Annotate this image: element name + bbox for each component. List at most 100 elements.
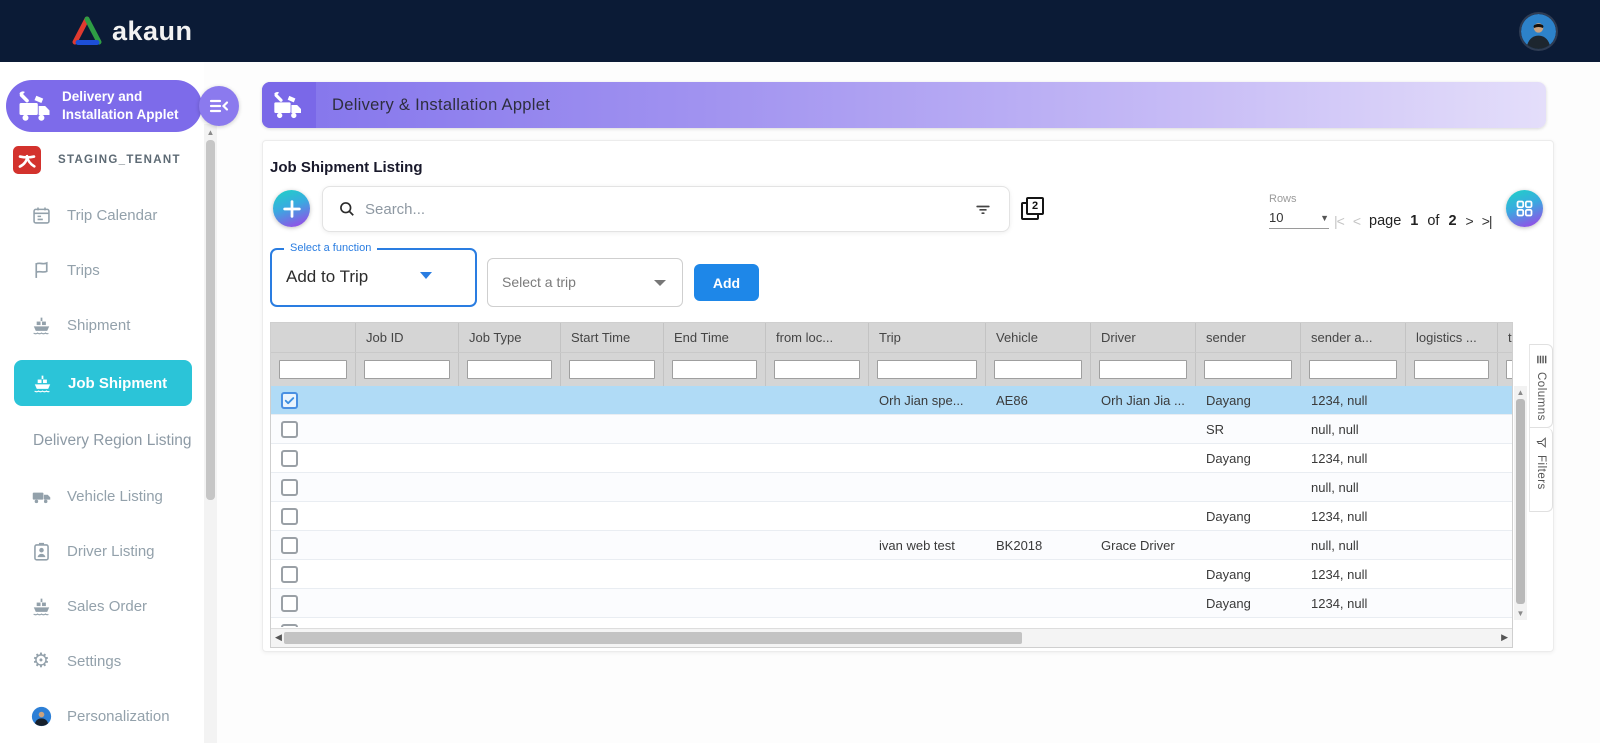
cell-sender: Dayang — [1206, 595, 1251, 611]
sidebar-item-staging-tenant[interactable]: STAGING_TENANT — [0, 140, 204, 180]
column-filter-input-from_loc[interactable] — [774, 360, 860, 379]
sidebar-item-trip-calendar[interactable]: Trip Calendar — [0, 195, 204, 235]
sidebar-item-shipment[interactable]: Shipment — [0, 305, 204, 345]
row-checkbox-cell — [271, 531, 356, 559]
next-page-button[interactable]: > — [1466, 213, 1474, 229]
sidebar-item-delivery-region-listing[interactable]: Delivery Region Listing — [0, 421, 204, 461]
column-filter-input-sender_a[interactable] — [1309, 360, 1397, 379]
function-select[interactable]: Select a function Add to Trip — [270, 242, 477, 307]
vscroll-thumb[interactable] — [1516, 399, 1525, 604]
hscroll-thumb[interactable] — [284, 632, 1022, 644]
cell-driver — [1091, 589, 1196, 617]
sidebar-scrollbar[interactable]: ▲ ▼ — [204, 124, 217, 743]
sidebar-applet-header[interactable]: Delivery and Installation Applet — [6, 80, 202, 132]
column-header-sender[interactable]: sender — [1196, 323, 1301, 352]
sidebar: Delivery and Installation Applet STAGING… — [0, 62, 239, 743]
sidebar-item-vehicle-listing[interactable]: Vehicle Listing — [0, 476, 204, 516]
row-checkbox[interactable] — [281, 507, 298, 525]
rows-per-page-select[interactable]: 10 ▼ — [1269, 207, 1329, 229]
sidebar-collapse-button[interactable] — [199, 86, 239, 126]
avatar-icon — [30, 705, 52, 727]
truck-icon — [30, 485, 52, 507]
column-header-start_time[interactable]: Start Time — [561, 323, 664, 352]
user-avatar[interactable] — [1521, 14, 1556, 49]
column-filter-input-job_type[interactable] — [467, 360, 552, 379]
column-header-job_type[interactable]: Job Type — [459, 323, 561, 352]
column-filter-input-trac[interactable] — [1506, 360, 1512, 379]
prev-page-button[interactable]: < — [1353, 213, 1361, 229]
row-checkbox[interactable] — [281, 536, 298, 554]
search-input[interactable] — [365, 200, 973, 218]
table-row[interactable]: null, null — [271, 473, 1512, 502]
row-checkbox[interactable] — [281, 623, 298, 627]
cell-job_id — [356, 415, 459, 443]
first-page-button[interactable]: |< — [1334, 213, 1345, 229]
column-header-from_loc[interactable]: from loc... — [766, 323, 869, 352]
trip-select[interactable]: Select a trip — [487, 258, 683, 307]
column-filter-input-vehicle[interactable] — [994, 360, 1082, 379]
table-row[interactable]: SR null, null — [271, 415, 1512, 444]
row-checkbox[interactable] — [281, 449, 298, 467]
column-header-logistics[interactable]: logistics ... — [1406, 323, 1498, 352]
cell-trac — [1498, 531, 1512, 559]
row-checkbox[interactable] — [281, 420, 298, 438]
sidebar-item-trips[interactable]: Trips — [0, 250, 204, 290]
horizontal-scrollbar[interactable]: ◀ ▶ — [271, 628, 1512, 647]
vertical-scrollbar[interactable]: ▲ ▼ — [1514, 386, 1527, 620]
add-button[interactable]: Add — [694, 264, 759, 301]
table-row[interactable]: Orh Jian spe... AE86 Orh Jian Jia ... Dayan… — [271, 386, 1512, 415]
scroll-right-icon[interactable]: ▶ — [1501, 632, 1508, 643]
table-row[interactable]: Dayang1234, null — [271, 444, 1512, 473]
cell-end_time — [664, 473, 766, 501]
sidebar-item-settings[interactable]: ⚙ Settings — [0, 641, 204, 681]
sidebar-scroll-thumb[interactable] — [206, 140, 215, 500]
column-filter-input-sender[interactable] — [1204, 360, 1292, 379]
sidebar-item-job-shipment[interactable]: Job Shipment — [14, 360, 192, 406]
filter-list-icon[interactable] — [973, 199, 993, 219]
scroll-down-icon[interactable]: ▼ — [1514, 609, 1527, 618]
column-header-driver[interactable]: Driver — [1091, 323, 1196, 352]
columns-tab[interactable]: Columns — [1529, 344, 1553, 428]
cell-end_time — [664, 415, 766, 443]
scroll-up-icon[interactable]: ▲ — [1514, 388, 1527, 397]
chevron-down-icon — [420, 272, 432, 279]
scroll-left-icon[interactable]: ◀ — [275, 632, 282, 643]
sidebar-item-personalization[interactable]: Personalization — [0, 696, 204, 736]
filters-tab[interactable]: Filters — [1529, 428, 1553, 512]
column-header-sender_a[interactable]: sender a... — [1301, 323, 1406, 352]
column-header-job_id[interactable]: Job ID — [356, 323, 459, 352]
column-filter-input-logistics[interactable] — [1414, 360, 1489, 379]
table-row[interactable]: Dayang1234, null — [271, 560, 1512, 589]
cell-start_time — [561, 444, 664, 472]
row-checkbox[interactable] — [281, 478, 298, 496]
table-row[interactable]: Dayang1234, null — [271, 589, 1512, 618]
cell-job_type — [459, 618, 561, 627]
column-filter-input-driver[interactable] — [1099, 360, 1187, 379]
table-row[interactable]: ivan web test BK2018 Grace Driver null, nul… — [271, 531, 1512, 560]
column-filter-input-job_id[interactable] — [364, 360, 450, 379]
column-header-trip[interactable]: Trip — [869, 323, 986, 352]
column-filter-input-start_time[interactable] — [569, 360, 655, 379]
sidebar-item-driver-listing[interactable]: Driver Listing — [0, 531, 204, 571]
row-checkbox-checked[interactable] — [281, 391, 298, 409]
row-checkbox[interactable] — [281, 594, 298, 612]
column-header-end_time[interactable]: End Time — [664, 323, 766, 352]
column-header-trac[interactable]: trac — [1498, 323, 1512, 352]
pages-stack-icon[interactable]: 2 — [1021, 197, 1048, 224]
column-filter-input-end_time[interactable] — [672, 360, 757, 379]
scroll-up-icon[interactable]: ▲ — [204, 128, 217, 137]
akaun-logo[interactable]: akaun — [70, 16, 193, 47]
table-filter-row — [271, 352, 1512, 386]
table-row[interactable]: Dayang1234, null — [271, 502, 1512, 531]
apps-grid-button[interactable] — [1506, 190, 1543, 227]
table-row[interactable]: Dayang1234, null — [271, 618, 1512, 627]
sidebar-item-sales-order[interactable]: Sales Order — [0, 586, 204, 626]
column-header-select[interactable] — [271, 323, 356, 352]
cell-trac — [1498, 618, 1512, 627]
column-filter-input-trip[interactable] — [877, 360, 977, 379]
column-filter-input-select[interactable] — [279, 360, 347, 379]
add-new-button[interactable] — [273, 190, 310, 227]
row-checkbox[interactable] — [281, 565, 298, 583]
last-page-button[interactable]: >| — [1482, 213, 1493, 229]
column-header-vehicle[interactable]: Vehicle — [986, 323, 1091, 352]
